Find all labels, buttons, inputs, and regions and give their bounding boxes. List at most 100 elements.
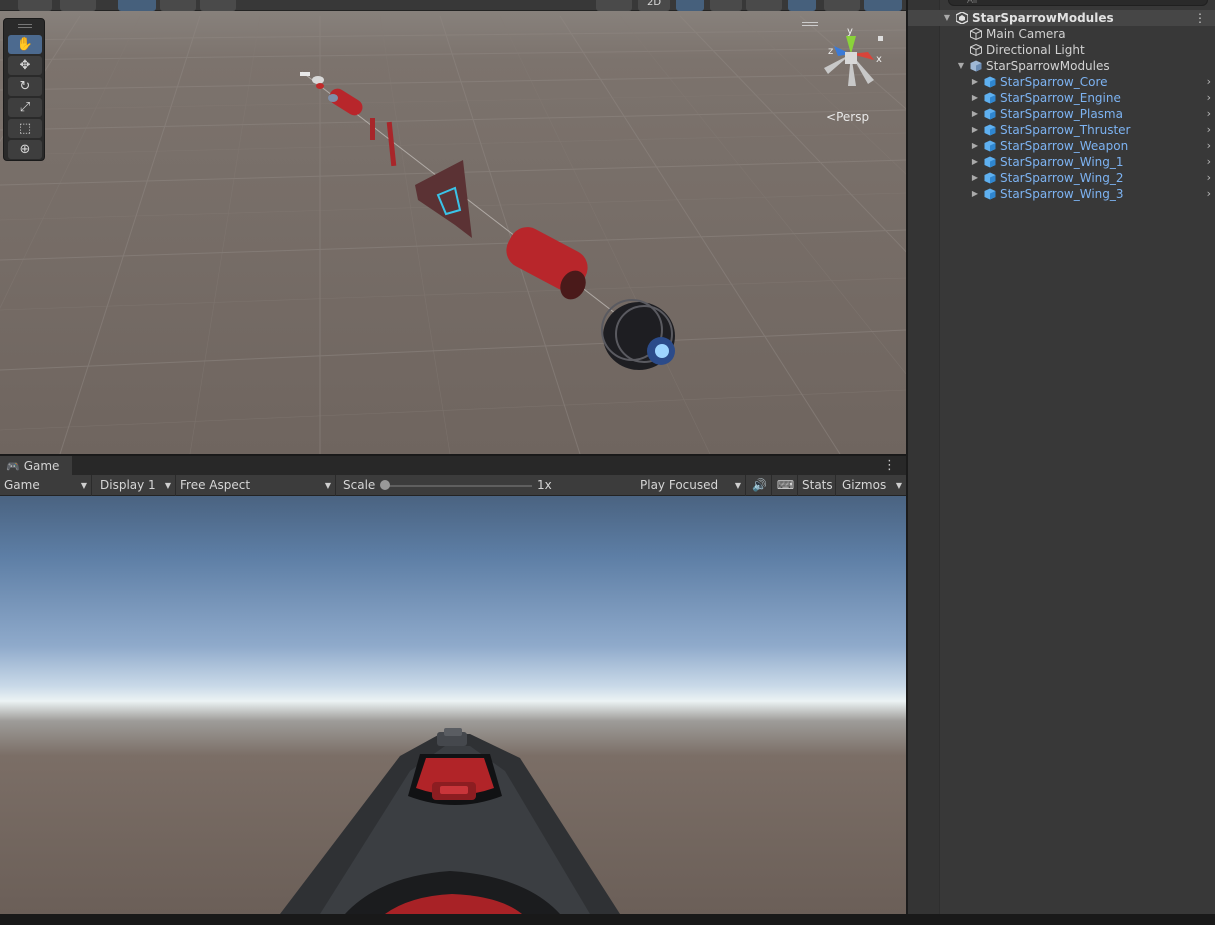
expand-arrow-icon[interactable]: ▶ <box>970 170 980 186</box>
scale-label: Scale <box>343 478 376 492</box>
hierarchy-item-wing-1[interactable]: ▶ StarSparrow_Wing_1 › <box>908 154 1215 170</box>
hierarchy-item-label: Directional Light <box>986 43 1085 57</box>
scale-tool-icon[interactable]: ⤢ <box>8 98 42 117</box>
hierarchy-item-directional-light[interactable]: Directional Light <box>908 42 1215 58</box>
snap-button[interactable] <box>160 0 196 11</box>
hierarchy-item-plasma[interactable]: ▶ StarSparrow_Plasma › <box>908 106 1215 122</box>
rotate-tool-icon[interactable]: ↻ <box>8 77 42 96</box>
open-prefab-icon[interactable]: › <box>1207 186 1211 202</box>
hierarchy-item-wing-3[interactable]: ▶ StarSparrow_Wing_3 › <box>908 186 1215 202</box>
gizmos-toggle-button[interactable] <box>864 0 902 11</box>
keyboard-shortcuts-icon[interactable]: ⌨ <box>774 475 798 496</box>
persp-chevron-icon: < <box>826 110 837 124</box>
scale-slider-handle[interactable] <box>380 480 390 490</box>
audio-toggle-button[interactable] <box>710 0 742 11</box>
shading-button[interactable] <box>596 0 632 11</box>
open-prefab-icon[interactable]: › <box>1207 90 1211 106</box>
render-mode-button[interactable] <box>60 0 96 11</box>
projection-toggle[interactable]: <Persp <box>826 110 869 124</box>
tab-game[interactable]: 🎮 Game <box>0 456 72 476</box>
expand-arrow-icon[interactable]: ▶ <box>970 186 980 202</box>
prefab-icon <box>970 60 982 72</box>
game-view[interactable] <box>0 496 906 914</box>
scene-grid <box>0 15 906 454</box>
mode-2d-button[interactable]: 2D <box>638 0 670 11</box>
mute-audio-icon[interactable]: 🔊 <box>748 475 772 496</box>
overlay-grip-icon[interactable] <box>802 22 818 26</box>
hierarchy-item-engine[interactable]: ▶ StarSparrow_Engine › <box>908 90 1215 106</box>
open-prefab-icon[interactable]: › <box>1207 154 1211 170</box>
chevron-down-icon: ▼ <box>324 481 331 490</box>
hierarchy-item-weapon[interactable]: ▶ StarSparrow_Weapon › <box>908 138 1215 154</box>
open-prefab-icon[interactable]: › <box>1207 74 1211 90</box>
display-label: Display 1 <box>100 478 156 492</box>
hierarchy-item-wing-2[interactable]: ▶ StarSparrow_Wing_2 › <box>908 170 1215 186</box>
unity-scene-icon <box>956 12 968 24</box>
tab-game-label: Game <box>23 459 60 473</box>
camera-settings-button[interactable] <box>824 0 860 11</box>
game-render <box>280 728 620 914</box>
play-mode-dropdown[interactable]: Play Focused ▼ <box>636 475 746 496</box>
hierarchy-item-core[interactable]: ▶ StarSparrow_Core › <box>908 74 1215 90</box>
hierarchy-item-label: StarSparrow_Plasma <box>1000 107 1123 121</box>
expand-arrow-icon[interactable]: ▶ <box>970 106 980 122</box>
hierarchy-item-label: StarSparrow_Wing_2 <box>1000 171 1124 185</box>
prefab-icon <box>984 76 996 88</box>
expand-arrow-icon[interactable]: ▶ <box>970 90 980 106</box>
hierarchy-item-label: StarSparrow_Wing_1 <box>1000 155 1124 169</box>
grid-snap-button[interactable] <box>200 0 236 11</box>
expand-arrow-icon[interactable]: ▼ <box>942 10 952 26</box>
palette-grip-icon[interactable] <box>18 24 32 28</box>
open-prefab-icon[interactable]: › <box>1207 106 1211 122</box>
status-bar <box>0 914 1215 925</box>
more-options-icon[interactable]: ⋮ <box>883 458 896 473</box>
gizmo-x-label: x <box>876 54 882 65</box>
display-mode-dropdown[interactable]: Game ▼ <box>0 475 92 496</box>
hand-tool-icon[interactable]: ✋ <box>8 35 42 54</box>
pivot-toggle-button[interactable] <box>118 0 156 11</box>
aspect-dropdown[interactable]: Free Aspect ▼ <box>176 475 336 496</box>
hierarchy-item-main-camera[interactable]: Main Camera <box>908 26 1215 42</box>
projection-label: Persp <box>836 110 870 124</box>
hierarchy-item-label: StarSparrow_Engine <box>1000 91 1121 105</box>
prefab-icon <box>984 156 996 168</box>
chevron-down-icon: ▼ <box>734 481 741 490</box>
gizmos-dropdown[interactable]: Gizmos ▼ <box>838 475 906 496</box>
move-tool-icon[interactable]: ✥ <box>8 56 42 75</box>
rect-tool-icon[interactable]: ⬚ <box>8 119 42 138</box>
hierarchy-item-label: StarSparrowModules <box>986 59 1110 73</box>
open-prefab-icon[interactable]: › <box>1207 170 1211 186</box>
open-prefab-icon[interactable]: › <box>1207 122 1211 138</box>
module-engine <box>601 299 675 370</box>
effects-button[interactable] <box>746 0 782 11</box>
scale-value: 1x <box>533 475 633 496</box>
open-prefab-icon[interactable]: › <box>1207 138 1211 154</box>
lighting-toggle-button[interactable] <box>676 0 704 11</box>
scene-menu-icon[interactable]: ⋮ <box>1194 10 1206 26</box>
scale-value-label: 1x <box>537 478 552 492</box>
transform-tool-icon[interactable]: ⊕ <box>8 140 42 159</box>
hierarchy-item-label: StarSparrow_Weapon <box>1000 139 1129 153</box>
expand-arrow-icon[interactable]: ▼ <box>956 58 966 74</box>
prefab-icon <box>984 92 996 104</box>
chevron-down-icon: ▼ <box>164 481 171 490</box>
prefab-icon <box>984 188 996 200</box>
expand-arrow-icon[interactable]: ▶ <box>970 154 980 170</box>
orientation-gizmo-icon[interactable]: y x z <box>818 24 884 94</box>
expand-arrow-icon[interactable]: ▶ <box>970 74 980 90</box>
gizmo-y-label: y <box>847 26 853 37</box>
scene-row[interactable]: ▼ StarSparrowModules ⋮ <box>908 10 1215 26</box>
scene-view[interactable]: 2D ✋ ✥ ↻ ⤢ ⬚ ⊕ y x z <Persp <box>0 0 906 454</box>
hidden-objects-button[interactable] <box>788 0 816 11</box>
hierarchy-item-prefab-root[interactable]: ▼ StarSparrowModules <box>908 58 1215 74</box>
stats-button[interactable]: Stats <box>798 475 836 496</box>
hierarchy-item-label: StarSparrow_Thruster <box>1000 123 1131 137</box>
hierarchy-search-input[interactable] <box>948 0 1208 6</box>
display-dropdown[interactable]: Display 1 ▼ <box>96 475 176 496</box>
expand-arrow-icon[interactable]: ▶ <box>970 138 980 154</box>
expand-arrow-icon[interactable]: ▶ <box>970 122 980 138</box>
draw-mode-button[interactable] <box>18 0 52 11</box>
module-weapon <box>328 88 363 116</box>
hierarchy-item-thruster[interactable]: ▶ StarSparrow_Thruster › <box>908 122 1215 138</box>
scale-slider-track[interactable] <box>384 485 532 487</box>
